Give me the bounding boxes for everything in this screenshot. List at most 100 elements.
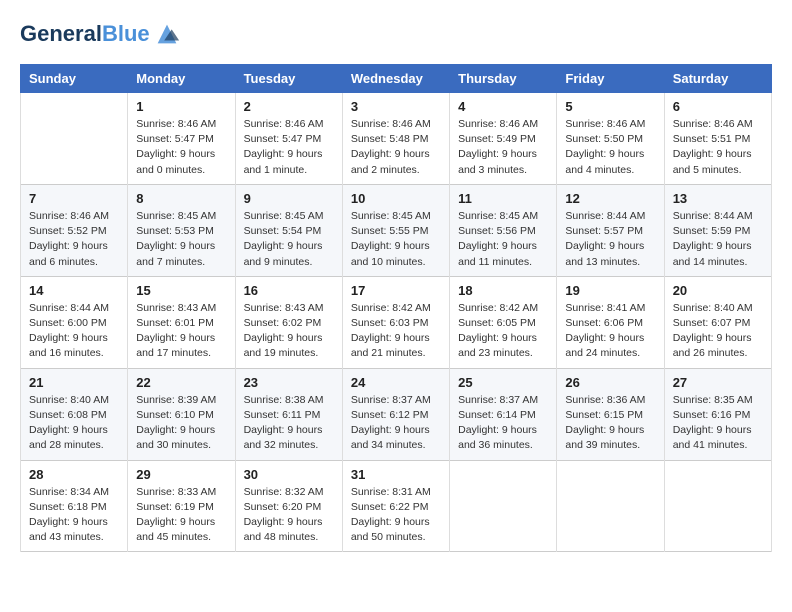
sunrise-text: Sunrise: 8:45 AM [351,210,431,222]
day-info: Sunrise: 8:46 AMSunset: 5:49 PMDaylight:… [458,117,548,178]
day-number: 28 [29,467,119,482]
day-number: 25 [458,375,548,390]
daylight-text: Daylight: 9 hours and 36 minutes. [458,424,537,451]
day-info: Sunrise: 8:43 AMSunset: 6:02 PMDaylight:… [244,301,334,362]
daylight-text: Daylight: 9 hours and 13 minutes. [565,240,644,267]
calendar-cell: 21Sunrise: 8:40 AMSunset: 6:08 PMDayligh… [21,368,128,460]
day-number: 3 [351,99,441,114]
sunset-text: Sunset: 6:14 PM [458,409,536,421]
sunset-text: Sunset: 5:51 PM [673,133,751,145]
day-number: 11 [458,191,548,206]
day-number: 1 [136,99,226,114]
calendar-cell: 15Sunrise: 8:43 AMSunset: 6:01 PMDayligh… [128,276,235,368]
sunrise-text: Sunrise: 8:37 AM [458,394,538,406]
logo-icon [153,20,181,48]
day-info: Sunrise: 8:43 AMSunset: 6:01 PMDaylight:… [136,301,226,362]
calendar-cell: 16Sunrise: 8:43 AMSunset: 6:02 PMDayligh… [235,276,342,368]
sunset-text: Sunset: 6:12 PM [351,409,429,421]
day-number: 14 [29,283,119,298]
sunset-text: Sunset: 6:02 PM [244,317,322,329]
day-info: Sunrise: 8:40 AMSunset: 6:07 PMDaylight:… [673,301,763,362]
sunrise-text: Sunrise: 8:44 AM [565,210,645,222]
day-number: 31 [351,467,441,482]
daylight-text: Daylight: 9 hours and 14 minutes. [673,240,752,267]
sunset-text: Sunset: 6:15 PM [565,409,643,421]
calendar-cell: 19Sunrise: 8:41 AMSunset: 6:06 PMDayligh… [557,276,664,368]
logo: GeneralBlue [20,20,181,48]
day-info: Sunrise: 8:45 AMSunset: 5:53 PMDaylight:… [136,209,226,270]
sunrise-text: Sunrise: 8:46 AM [673,118,753,130]
day-info: Sunrise: 8:45 AMSunset: 5:54 PMDaylight:… [244,209,334,270]
week-row-4: 21Sunrise: 8:40 AMSunset: 6:08 PMDayligh… [21,368,772,460]
daylight-text: Daylight: 9 hours and 48 minutes. [244,516,323,543]
sunset-text: Sunset: 6:05 PM [458,317,536,329]
day-number: 30 [244,467,334,482]
sunrise-text: Sunrise: 8:33 AM [136,486,216,498]
daylight-text: Daylight: 9 hours and 21 minutes. [351,332,430,359]
sunrise-text: Sunrise: 8:45 AM [458,210,538,222]
day-number: 17 [351,283,441,298]
sunset-text: Sunset: 6:01 PM [136,317,214,329]
calendar-cell: 10Sunrise: 8:45 AMSunset: 5:55 PMDayligh… [342,184,449,276]
sunrise-text: Sunrise: 8:32 AM [244,486,324,498]
day-info: Sunrise: 8:44 AM Sunset: 5:57 PM Daylight:… [565,209,655,270]
sunset-text: Sunset: 5:55 PM [351,225,429,237]
daylight-text: Daylight: 9 hours and 7 minutes. [136,240,215,267]
day-info: Sunrise: 8:34 AMSunset: 6:18 PMDaylight:… [29,485,119,546]
day-info: Sunrise: 8:42 AM Sunset: 6:05 PM Daylight:… [458,301,548,362]
day-number: 12 [565,191,655,206]
daylight-text: Daylight: 9 hours and 45 minutes. [136,516,215,543]
day-number: 27 [673,375,763,390]
day-info: Sunrise: 8:46 AMSunset: 5:52 PMDaylight:… [29,209,119,270]
day-info: Sunrise: 8:45 AMSunset: 5:56 PMDaylight:… [458,209,548,270]
daylight-text: Daylight: 9 hours and 43 minutes. [29,516,108,543]
daylight-text: Daylight: 9 hours and 23 minutes. [458,332,537,359]
daylight-text: Daylight: 9 hours and 30 minutes. [136,424,215,451]
sunset-text: Sunset: 6:06 PM [565,317,643,329]
sunset-text: Sunset: 5:48 PM [351,133,429,145]
sunset-text: Sunset: 5:50 PM [565,133,643,145]
sunrise-text: Sunrise: 8:45 AM [244,210,324,222]
calendar-cell: 13Sunrise: 8:44 AMSunset: 5:59 PMDayligh… [664,184,771,276]
daylight-text: Daylight: 9 hours and 5 minutes. [673,148,752,175]
day-number: 13 [673,191,763,206]
calendar-cell: 12 Sunrise: 8:44 AM Sunset: 5:57 PM Dayligh… [557,184,664,276]
sunset-text: Sunset: 5:57 PM [565,225,643,237]
sunset-text: Sunset: 6:00 PM [29,317,107,329]
daylight-text: Daylight: 9 hours and 32 minutes. [244,424,323,451]
day-info: Sunrise: 8:32 AMSunset: 6:20 PMDaylight:… [244,485,334,546]
daylight-text: Daylight: 9 hours and 19 minutes. [244,332,323,359]
calendar-cell: 3 Sunrise: 8:46 AMSunset: 5:48 PMDaylight… [342,93,449,185]
sunset-text: Sunset: 6:03 PM [351,317,429,329]
header-monday: Monday [128,65,235,93]
sunset-text: Sunset: 6:10 PM [136,409,214,421]
day-number: 5 [565,99,655,114]
sunrise-text: Sunrise: 8:46 AM [29,210,109,222]
sunrise-text: Sunrise: 8:46 AM [458,118,538,130]
daylight-text: Daylight: 9 hours and 50 minutes. [351,516,430,543]
sunrise-text: Sunrise: 8:40 AM [29,394,109,406]
daylight-text: Daylight: 9 hours and 24 minutes. [565,332,644,359]
daylight-text: Daylight: 9 hours and 10 minutes. [351,240,430,267]
sunset-text: Sunset: 5:59 PM [673,225,751,237]
day-number: 9 [244,191,334,206]
header-wednesday: Wednesday [342,65,449,93]
calendar-cell: 8 Sunrise: 8:45 AMSunset: 5:53 PMDaylight… [128,184,235,276]
day-number: 8 [136,191,226,206]
calendar-cell [664,460,771,552]
calendar-cell: 25 Sunrise: 8:37 AM Sunset: 6:14 PM Dayligh… [450,368,557,460]
daylight-text: Daylight: 9 hours and 28 minutes. [29,424,108,451]
sunset-text: Sunset: 5:49 PM [458,133,536,145]
sunset-text: Sunset: 5:47 PM [136,133,214,145]
day-info: Sunrise: 8:46 AMSunset: 5:48 PMDaylight:… [351,117,441,178]
calendar-cell: 24Sunrise: 8:37 AMSunset: 6:12 PMDayligh… [342,368,449,460]
calendar-cell: 26Sunrise: 8:36 AMSunset: 6:15 PMDayligh… [557,368,664,460]
calendar-cell: 28 Sunrise: 8:34 AMSunset: 6:18 PMDayligh… [21,460,128,552]
sunset-text: Sunset: 6:08 PM [29,409,107,421]
day-info: Sunrise: 8:41 AMSunset: 6:06 PMDaylight:… [565,301,655,362]
calendar-cell: 9 Sunrise: 8:45 AMSunset: 5:54 PMDaylight… [235,184,342,276]
calendar-cell: 22Sunrise: 8:39 AMSunset: 6:10 PMDayligh… [128,368,235,460]
sunrise-text: Sunrise: 8:42 AM [458,302,538,314]
daylight-text: Daylight: 9 hours and 4 minutes. [565,148,644,175]
daylight-text: Daylight: 9 hours and 16 minutes. [29,332,108,359]
